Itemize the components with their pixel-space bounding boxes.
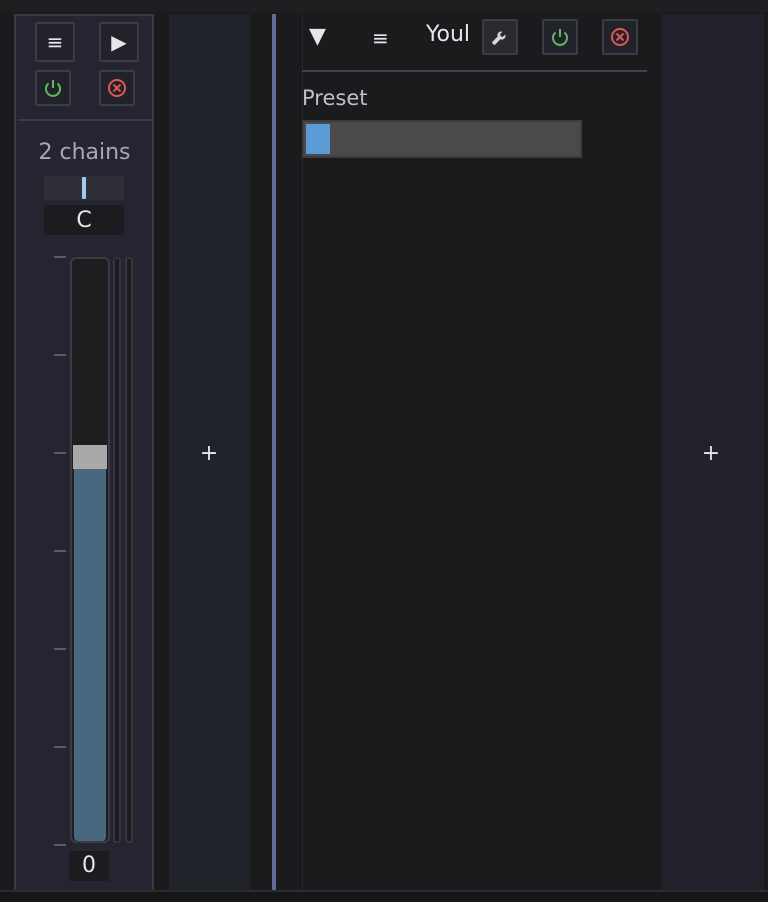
volume-value[interactable]: 0 (69, 851, 109, 881)
collapse-toggle[interactable]: ▼ (309, 24, 326, 49)
device-header-separator (302, 70, 647, 72)
scale-tick (54, 354, 66, 356)
chains-count: 2 chains (38, 140, 131, 165)
right-edge (764, 14, 768, 890)
add-chain-button[interactable]: + (194, 441, 224, 466)
device-remove-button[interactable] (602, 19, 638, 55)
preset-slider[interactable] (302, 120, 582, 158)
menu-icon: ≡ (46, 30, 64, 54)
preset-label: Preset (302, 86, 368, 110)
scale-tick (54, 648, 66, 650)
scale-tick (54, 746, 66, 748)
pan-slider-thumb[interactable] (82, 177, 86, 199)
panel-divider[interactable] (272, 14, 276, 892)
rack-remove-button[interactable] (99, 70, 135, 106)
scale-tick (54, 844, 66, 846)
device-menu-button[interactable]: ≡ (372, 26, 389, 50)
scale-tick (54, 550, 66, 552)
close-icon (609, 26, 631, 48)
close-icon (106, 77, 128, 99)
play-icon: ▶ (111, 30, 127, 54)
power-icon (549, 26, 571, 48)
bottom-bar (0, 890, 768, 902)
pan-value[interactable]: C (44, 205, 124, 235)
device-power-button[interactable] (542, 19, 578, 55)
power-icon (42, 77, 64, 99)
volume-fader-fill (74, 465, 106, 841)
volume-fader-handle[interactable] (73, 445, 107, 469)
scale-tick (54, 256, 66, 258)
device-settings-button[interactable] (482, 19, 518, 55)
rack-separator (18, 119, 151, 121)
device-title: Youl (426, 22, 471, 47)
wrench-icon (489, 26, 511, 48)
play-button[interactable]: ▶ (99, 22, 139, 62)
rack-power-button[interactable] (35, 70, 71, 106)
level-meter-left (113, 257, 121, 843)
preset-slider-fill (306, 124, 330, 154)
scale-tick (54, 452, 66, 454)
rack-menu-button[interactable]: ≡ (35, 22, 75, 62)
level-meter-right (125, 257, 133, 843)
add-device-button[interactable]: + (696, 441, 726, 466)
top-bar (0, 0, 768, 12)
